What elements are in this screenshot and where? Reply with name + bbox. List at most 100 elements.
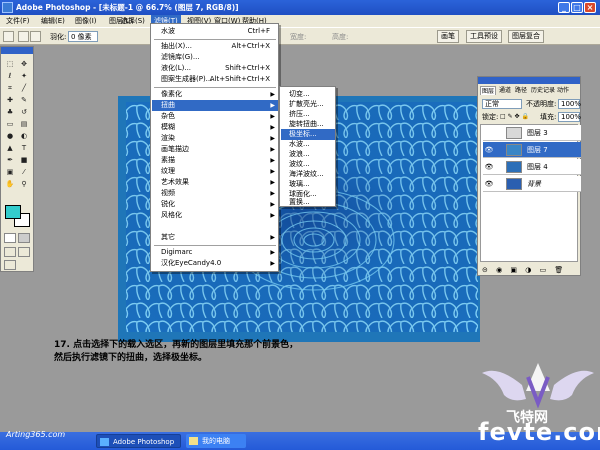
- lock-icons[interactable]: □ ✎ ✥ 🔒: [500, 112, 529, 122]
- tab-actions[interactable]: 动作: [556, 86, 570, 95]
- filter-menu-item[interactable]: 视频 ▶: [152, 188, 278, 199]
- filter-menu-item[interactable]: 图案生成器(P)... Alt+Shift+Ctrl+X: [152, 74, 278, 85]
- screen-mode-standard-icon[interactable]: [4, 247, 16, 257]
- tab-layers[interactable]: 图层: [480, 86, 497, 95]
- eyedropper-icon[interactable]: ⁄: [18, 167, 30, 177]
- layer-footer-icons[interactable]: ⊝ ◉ ▣ ◑ ▭ 🗑: [482, 266, 566, 274]
- taskbar-label: 我的电脑: [202, 437, 230, 445]
- filter-menu-item[interactable]: 素描 ▶: [152, 155, 278, 166]
- blend-mode-select[interactable]: 正常: [482, 99, 522, 109]
- menu-edit[interactable]: 编辑(E): [38, 15, 68, 27]
- filter-menu-item[interactable]: 画笔描边 ▶: [152, 144, 278, 155]
- brush-icon[interactable]: ✎: [18, 95, 30, 105]
- foreground-color-swatch[interactable]: [5, 205, 21, 219]
- menu-select[interactable]: 选择(S): [118, 15, 148, 27]
- crop-icon[interactable]: ⌗: [4, 83, 16, 93]
- lasso-icon[interactable]: ℓ: [4, 71, 16, 81]
- submenu-arrow-icon: ▶: [270, 124, 275, 131]
- filter-menu-item[interactable]: Digimarc ▶: [152, 247, 278, 258]
- filter-menu-item[interactable]: 模糊 ▶: [152, 122, 278, 133]
- filter-menu-item[interactable]: 抽出(X)... Alt+Ctrl+X: [152, 41, 278, 52]
- filter-item-label: 画笔描边: [161, 145, 189, 153]
- filter-item-label: 风格化: [161, 211, 182, 219]
- marquee-icon[interactable]: ⬚: [4, 59, 16, 69]
- filter-item-label: 液化(L)...: [161, 64, 192, 72]
- eye-icon[interactable]: 👁: [484, 163, 494, 171]
- add-selection-icon[interactable]: [30, 31, 41, 42]
- pen-icon[interactable]: ✒: [4, 155, 16, 165]
- dodge-icon[interactable]: ◐: [18, 131, 30, 141]
- slice-icon[interactable]: ╱: [18, 83, 30, 93]
- filter-menu-item[interactable]: 滤镜库(G)...: [152, 52, 278, 63]
- filter-menu-item[interactable]: 液化(L)... Shift+Ctrl+X: [152, 63, 278, 74]
- filter-menu-item[interactable]: 纹理 ▶: [152, 166, 278, 177]
- tab-channels[interactable]: 通道: [498, 86, 512, 95]
- maximize-button[interactable]: □: [571, 2, 583, 13]
- submenu-arrow-icon: ▶: [270, 91, 275, 98]
- well-layer-comps[interactable]: 图层复合: [508, 30, 544, 43]
- move-icon[interactable]: ✥: [18, 59, 30, 69]
- menu-separator: [154, 87, 276, 88]
- marquee-tool-icon[interactable]: [3, 31, 14, 42]
- layer-row[interactable]: 👁 背景: [483, 176, 581, 192]
- submenu-arrow-icon: ▶: [270, 190, 275, 197]
- new-selection-icon[interactable]: [18, 31, 29, 42]
- well-tool-presets[interactable]: 工具预设: [466, 30, 502, 43]
- menu-image[interactable]: 图像(I): [72, 15, 100, 27]
- logo-domain-text: fevte.com: [478, 418, 600, 446]
- fill-input[interactable]: 100%: [558, 112, 581, 122]
- hand-icon[interactable]: ✋: [4, 179, 16, 189]
- blur-icon[interactable]: ●: [4, 131, 16, 141]
- minimize-button[interactable]: _: [558, 2, 570, 13]
- path-select-icon[interactable]: ▲: [4, 143, 16, 153]
- screen-mode-full-icon[interactable]: [18, 247, 30, 257]
- filter-menu-item[interactable]: 锐化 ▶: [152, 199, 278, 210]
- menu-separator: [154, 245, 276, 246]
- submenu-arrow-icon: ▶: [270, 249, 275, 256]
- tab-history[interactable]: 历史记录: [530, 86, 556, 95]
- well-brushes[interactable]: 画笔: [437, 30, 459, 43]
- layer-row-selected[interactable]: 👁 图层 7: [483, 142, 581, 158]
- filter-menu-item[interactable]: 杂色 ▶: [152, 111, 278, 122]
- eye-icon[interactable]: 👁: [484, 146, 494, 154]
- layer-row[interactable]: 图层 3: [483, 125, 581, 141]
- filter-menu-item[interactable]: 其它 ▶: [152, 232, 278, 243]
- visibility-toggle-icon[interactable]: [484, 129, 494, 137]
- notes-icon[interactable]: ▣: [4, 167, 16, 177]
- clone-stamp-icon[interactable]: ♣: [4, 107, 16, 117]
- gradient-icon[interactable]: ▤: [18, 119, 30, 129]
- window-title: Adobe Photoshop - [未标题-1 @ 66.7% (图层 7, …: [16, 3, 239, 12]
- filter-menu-item[interactable]: 水波 Ctrl+F: [152, 26, 278, 37]
- toolbox-header: [1, 47, 33, 54]
- distort-item[interactable]: 置换...: [281, 197, 335, 208]
- menu-separator: [154, 39, 276, 40]
- taskbar-my-computer[interactable]: 我的电脑: [186, 434, 246, 448]
- standard-mode-icon[interactable]: [4, 233, 16, 243]
- healing-brush-icon[interactable]: ✚: [4, 95, 16, 105]
- filter-menu-item-distort[interactable]: 扭曲 ▶: [152, 100, 278, 111]
- filter-menu-item[interactable]: 像素化 ▶: [152, 89, 278, 100]
- eye-icon[interactable]: 👁: [484, 180, 494, 188]
- type-icon[interactable]: T: [18, 143, 30, 153]
- quick-mask-icon[interactable]: [18, 233, 30, 243]
- submenu-arrow-icon: ▶: [270, 260, 275, 267]
- filter-menu-item[interactable]: 汉化EyeCandy4.0 ▶: [152, 258, 278, 269]
- filter-menu-item[interactable]: 渲染 ▶: [152, 133, 278, 144]
- shape-icon[interactable]: ■: [18, 155, 30, 165]
- opacity-input[interactable]: 100%: [558, 99, 581, 109]
- zoom-icon[interactable]: ⚲: [18, 179, 30, 189]
- filter-menu-item[interactable]: 艺术效果 ▶: [152, 177, 278, 188]
- taskbar-photoshop[interactable]: Adobe Photoshop: [96, 434, 181, 448]
- filter-menu-item[interactable]: 风格化 ▶: [152, 210, 278, 221]
- tab-paths[interactable]: 路径: [514, 86, 528, 95]
- imageready-icon[interactable]: [4, 260, 16, 270]
- feather-input[interactable]: 0 像素: [68, 31, 98, 42]
- history-brush-icon[interactable]: ↺: [18, 107, 30, 117]
- filter-menu: 水波 Ctrl+F 抽出(X)... Alt+Ctrl+X 滤镜库(G)... 液化…: [150, 23, 279, 233]
- filter-item-shortcut: Ctrl+F: [247, 27, 270, 35]
- layer-row[interactable]: 👁 图层 4: [483, 159, 581, 175]
- magic-wand-icon[interactable]: ✦: [18, 71, 30, 81]
- eraser-icon[interactable]: ▭: [4, 119, 16, 129]
- menu-file[interactable]: 文件(F): [3, 15, 33, 27]
- close-button[interactable]: ×: [584, 2, 596, 13]
